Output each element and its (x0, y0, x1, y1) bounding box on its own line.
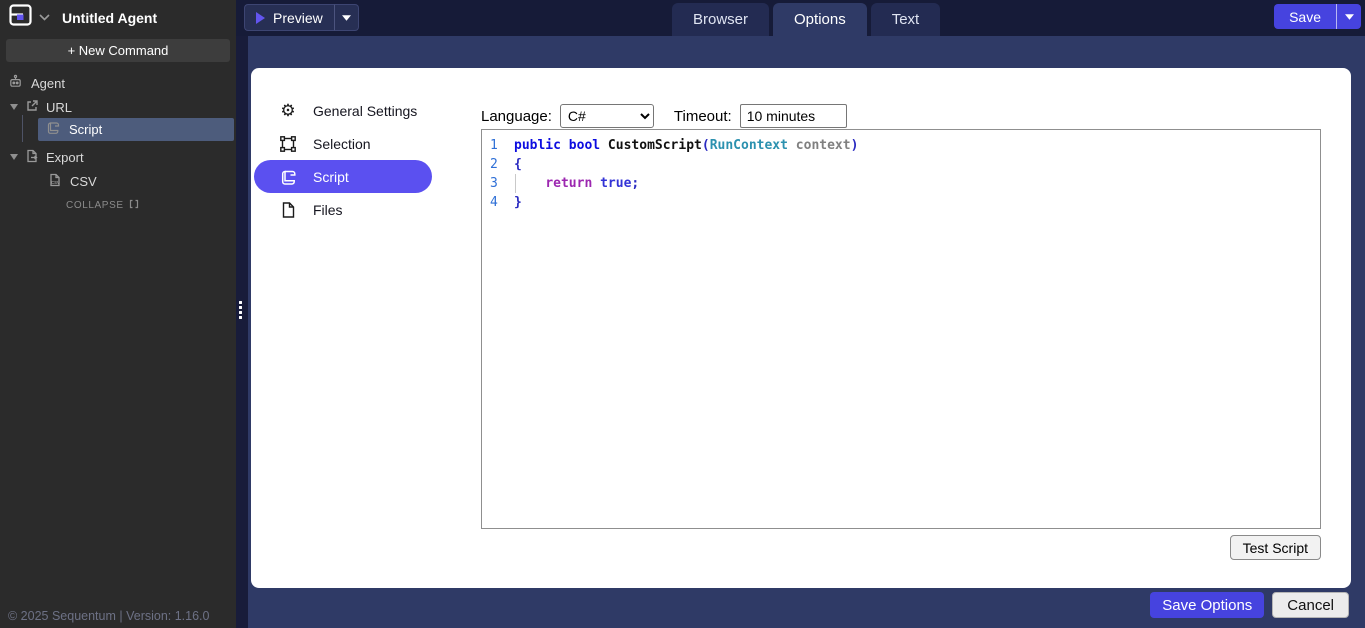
file-icon (278, 201, 298, 219)
options-nav: ⚙ General Settings Selection Script (254, 94, 432, 226)
code-line-content: return true; (506, 174, 639, 193)
play-icon (256, 12, 265, 24)
view-tabs: Browser Options Text (672, 3, 940, 36)
nav-item-label: Files (313, 202, 343, 218)
nav-item-label: Selection (313, 136, 371, 152)
sidebar: Untitled Agent + New Command Agent URL S… (0, 0, 236, 628)
tree-item-label: CSV (70, 174, 97, 189)
save-button[interactable]: Save (1274, 4, 1336, 29)
script-controls-row: Language: C# Timeout: (481, 103, 1321, 129)
timeout-label: Timeout: (674, 108, 732, 125)
svg-text:CSV: CSV (51, 180, 60, 185)
preview-split-button: Preview (244, 4, 359, 31)
nav-item-files[interactable]: Files (254, 193, 432, 226)
version-footer: © 2025 Sequentum | Version: 1.16.0 (8, 609, 209, 623)
tree-item-export[interactable]: Export (0, 145, 236, 169)
options-view: ⚙ General Settings Selection Script (236, 36, 1365, 628)
tab-text[interactable]: Text (871, 3, 941, 36)
save-split-button: Save (1274, 4, 1361, 29)
tree-item-label: Agent (31, 76, 65, 91)
app-logo-icon (8, 2, 34, 33)
topbar: Preview Browser Options Text Save (236, 0, 1365, 36)
collapse-brackets-icon (129, 199, 139, 212)
new-command-button[interactable]: + New Command (6, 39, 230, 62)
nav-item-label: General Settings (313, 103, 417, 119)
agent-title: Untitled Agent (62, 10, 157, 26)
code-line: 4} (482, 193, 1320, 212)
nav-item-script[interactable]: Script (254, 160, 432, 193)
csv-file-icon: CSV (48, 173, 62, 190)
robot-icon (8, 74, 23, 92)
timeout-input[interactable] (740, 104, 847, 128)
line-number: 4 (482, 193, 506, 212)
expander-chevron-icon[interactable] (10, 154, 18, 160)
code-line-content: public bool CustomScript(RunContext cont… (506, 136, 858, 155)
drag-dots-icon (239, 301, 242, 319)
test-script-button[interactable]: Test Script (1230, 535, 1321, 560)
line-number: 3 (482, 174, 506, 193)
sidebar-splitter-handle[interactable] (236, 36, 248, 628)
script-icon (46, 121, 60, 138)
tree-item-script-selected[interactable]: Script (38, 118, 234, 141)
sidebar-header: Untitled Agent (0, 0, 236, 34)
code-line: 2{ (482, 155, 1320, 174)
tree-item-label: URL (46, 100, 72, 115)
tree-item-label: Script (69, 122, 102, 137)
export-icon (25, 149, 39, 166)
tree-item-url[interactable]: URL (0, 95, 236, 119)
gear-icon: ⚙ (278, 102, 298, 119)
language-label: Language: (481, 108, 552, 125)
tab-options[interactable]: Options (773, 3, 867, 36)
collapse-tree-button[interactable]: COLLAPSE (0, 199, 236, 212)
preview-label: Preview (273, 10, 323, 26)
tab-browser[interactable]: Browser (672, 3, 769, 36)
tree-item-label: Export (46, 150, 84, 165)
nav-item-label: Script (313, 169, 349, 185)
options-card: ⚙ General Settings Selection Script (251, 68, 1351, 588)
agent-menu-chevron-down-icon[interactable] (39, 14, 50, 21)
tree-item-csv[interactable]: CSV CSV (0, 169, 236, 193)
code-line-content: { (506, 155, 522, 174)
command-tree: Agent URL Script Export CSV (0, 71, 236, 212)
bottom-actions: Save Options Cancel (1150, 592, 1349, 618)
cancel-button[interactable]: Cancel (1272, 592, 1349, 618)
code-line-content: } (506, 193, 522, 212)
external-link-icon (25, 99, 39, 116)
save-options-button[interactable]: Save Options (1150, 592, 1264, 618)
tree-guide-line (22, 115, 23, 142)
code-line: 3 return true; (482, 174, 1320, 193)
script-settings: Language: C# Timeout: 1public bool Custo… (481, 103, 1321, 560)
save-dropdown-button[interactable] (1336, 4, 1361, 29)
script-icon (278, 168, 298, 186)
code-editor[interactable]: 1public bool CustomScript(RunContext con… (481, 129, 1321, 529)
line-number: 1 (482, 136, 506, 155)
tree-item-agent[interactable]: Agent (0, 71, 236, 95)
line-number: 2 (482, 155, 506, 174)
collapse-label: COLLAPSE (66, 200, 124, 211)
language-select[interactable]: C# (560, 104, 654, 128)
preview-button[interactable]: Preview (244, 4, 334, 31)
expander-chevron-icon[interactable] (10, 104, 18, 110)
nav-item-general-settings[interactable]: ⚙ General Settings (254, 94, 432, 127)
code-line: 1public bool CustomScript(RunContext con… (482, 136, 1320, 155)
preview-dropdown-button[interactable] (334, 4, 359, 31)
nav-item-selection[interactable]: Selection (254, 127, 432, 160)
content-area: Preview Browser Options Text Save ⚙ Gene… (236, 0, 1365, 628)
selection-icon (278, 135, 298, 153)
